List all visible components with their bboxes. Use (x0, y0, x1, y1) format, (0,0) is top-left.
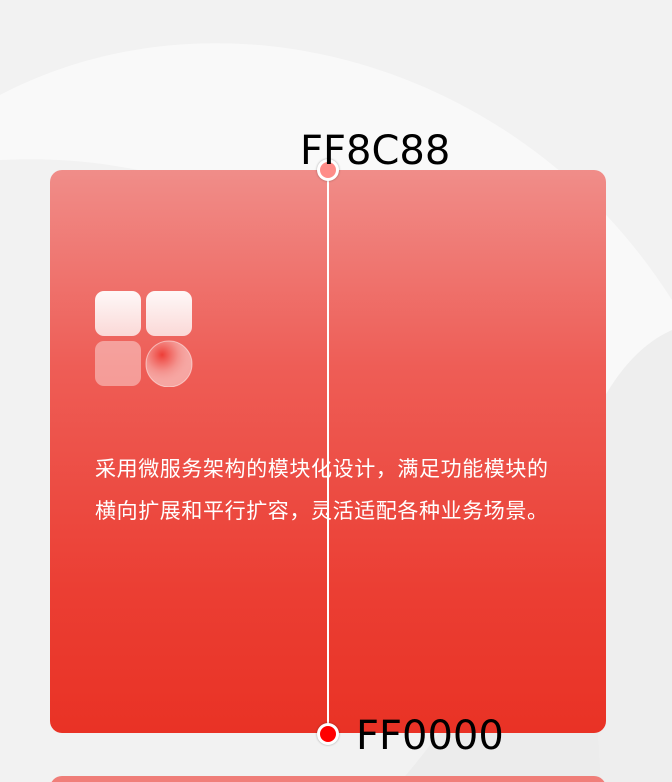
gradient-stop-end-handle[interactable] (317, 723, 339, 745)
gradient-start-color-label: FF8C88 (300, 128, 451, 174)
next-card-peek (50, 776, 606, 782)
module-grid-icon (95, 291, 193, 387)
gradient-end-color-label: FF0000 (356, 713, 504, 759)
card-description: 采用微服务架构的模块化设计，满足功能模块的横向扩展和平行扩容，灵活适配各种业务场… (95, 457, 549, 523)
gradient-direction-line[interactable] (327, 170, 329, 734)
